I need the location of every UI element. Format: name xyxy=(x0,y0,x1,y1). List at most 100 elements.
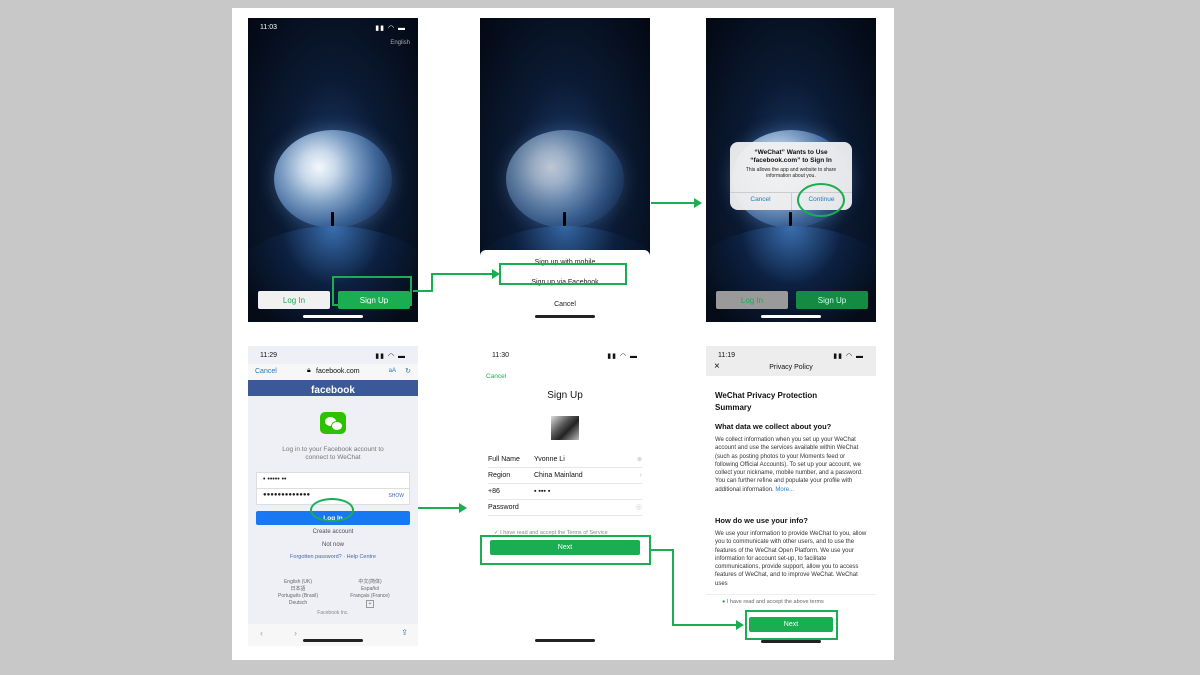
language-option[interactable]: 日本語 xyxy=(268,586,328,593)
share-icon[interactable]: ⇪ xyxy=(401,628,408,637)
phone-privacy-policy: 11:19 ▮▮ ◠ ▬ × Privacy Policy WeChat Pri… xyxy=(706,346,876,646)
privacy-header-title: Privacy Policy xyxy=(769,364,813,371)
show-password-button[interactable]: SHOW xyxy=(388,493,404,499)
language-list-left: English (UK) 日本語 Português (Brasil) Deut… xyxy=(268,579,328,607)
language-option[interactable]: Français (France) xyxy=(340,593,400,600)
phone-signup-form: 11:30 ▮▮ ◠ ▬ Cancel Sign Up Full Name Yv… xyxy=(480,346,650,646)
language-option[interactable]: Português (Brasil) xyxy=(268,593,328,600)
forward-icon[interactable]: › xyxy=(294,628,297,638)
facebook-footer: Facebook Inc. xyxy=(317,610,349,616)
highlight-continue xyxy=(797,183,845,217)
region-value: China Mainland xyxy=(534,471,583,479)
facebook-header: facebook xyxy=(248,380,418,396)
tutorial-sheet: 11:03 ▮▮ ◠ ▬ English Log In Sign Up Sign… xyxy=(232,8,894,660)
browser-toolbar: ‹ › ⇪ xyxy=(248,624,418,646)
avatar[interactable] xyxy=(551,416,579,440)
password-value: ●●●●●●●●●●●●● xyxy=(263,492,311,498)
chevron-right-icon: › xyxy=(639,471,642,479)
username-input[interactable]: • ••••• •• xyxy=(256,472,410,489)
cancel-option[interactable]: Cancel xyxy=(480,301,650,308)
language-option[interactable]: Deutsch xyxy=(268,600,328,607)
field-label: Full Name xyxy=(488,455,520,463)
field-label: Password xyxy=(488,503,519,511)
flow-arrow-1 xyxy=(431,274,433,292)
signup-button-dimmed[interactable]: Sign Up xyxy=(796,291,868,309)
status-time: 11:30 xyxy=(492,352,509,359)
action-sheet: Sign up with mobile Sign up via Facebook… xyxy=(480,250,650,322)
back-icon[interactable]: ‹ xyxy=(260,628,263,638)
text-size-button[interactable]: aA xyxy=(389,368,396,374)
checkbox-checked-icon[interactable]: ● xyxy=(722,599,725,605)
highlight-privacy-next xyxy=(745,610,838,640)
home-indicator xyxy=(761,315,821,318)
home-indicator xyxy=(303,639,363,642)
eye-icon[interactable]: ◎ xyxy=(636,503,642,511)
home-indicator xyxy=(761,640,821,643)
flow-arrow-1 xyxy=(413,290,432,292)
status-icons: ▮▮ ◠ ▬ xyxy=(833,353,864,360)
dialog-cancel-button[interactable]: Cancel xyxy=(730,196,791,203)
person-silhouette xyxy=(563,212,566,226)
connect-prompt: Log in to your Facebook account to conne… xyxy=(282,446,384,461)
status-time: 11:03 xyxy=(260,24,277,31)
home-indicator xyxy=(535,639,595,642)
login-button[interactable]: Log In xyxy=(258,291,330,309)
section-body: We use your information to provide WeCha… xyxy=(715,531,867,587)
highlight-signup xyxy=(332,276,412,306)
browser-bar: Cancel 🔒︎ facebook.com aA ↻ xyxy=(248,364,418,380)
status-icons: ▮▮ ◠ ▬ xyxy=(375,25,406,32)
flow-arrow-4 xyxy=(672,624,738,626)
section-heading: How do we use your info? xyxy=(715,516,808,525)
language-link[interactable]: English xyxy=(390,40,410,46)
language-option[interactable]: English (UK) xyxy=(268,579,328,586)
field-label: Region xyxy=(488,471,511,479)
home-indicator xyxy=(303,315,363,318)
forgotten-password-link[interactable]: Forgotten password? · Help Centre xyxy=(248,554,418,560)
privacy-header: 11:19 ▮▮ ◠ ▬ × Privacy Policy xyxy=(706,346,876,376)
arrow-head-icon xyxy=(736,620,744,630)
section-heading: What data we collect about you? xyxy=(715,422,832,431)
accept-row[interactable]: ● I have read and accept the above terms xyxy=(722,599,824,605)
status-icons: ▮▮ ◠ ▬ xyxy=(375,353,406,360)
arrow-head-icon xyxy=(459,503,467,513)
browser-cancel[interactable]: Cancel xyxy=(255,368,277,375)
language-option[interactable]: 中文(简体) xyxy=(340,579,400,586)
person-silhouette xyxy=(331,212,334,226)
reload-icon[interactable]: ↻ xyxy=(405,367,411,375)
phone-facebook-login: 11:29 ▮▮ ◠ ▬ Cancel 🔒︎ facebook.com aA ↻… xyxy=(248,346,418,646)
arrow-head-icon xyxy=(492,269,500,279)
phone-permission: “WeChat” Wants to Use “facebook.com” to … xyxy=(706,18,876,322)
clear-icon[interactable]: ⊗ xyxy=(637,456,642,463)
region-row[interactable]: Region China Mainland › xyxy=(488,467,642,484)
facebook-logo: facebook xyxy=(311,385,355,396)
more-link[interactable]: More... xyxy=(775,487,794,493)
username-value: • ••••• •• xyxy=(263,476,287,483)
lock-icon: 🔒︎ xyxy=(307,367,311,374)
field-label: +86 xyxy=(488,487,500,495)
wechat-logo-icon xyxy=(320,412,346,434)
accept-text: I have read and accept the above terms xyxy=(726,599,824,605)
policy-title: WeChat Privacy Protection xyxy=(715,391,818,400)
flow-arrow-4 xyxy=(651,549,673,551)
login-button-dimmed[interactable]: Log In xyxy=(716,291,788,309)
phone-number-row[interactable]: +86 ▪ ▪▪▪ ▪ xyxy=(488,483,642,500)
cancel-link[interactable]: Cancel xyxy=(486,373,506,380)
page-title: Sign Up xyxy=(547,390,583,401)
password-row[interactable]: Password ◎ xyxy=(488,499,642,516)
highlight-next xyxy=(480,535,651,565)
person-silhouette xyxy=(789,212,792,226)
arrow-head-icon xyxy=(694,198,702,208)
more-languages-button[interactable]: + xyxy=(365,600,375,608)
flow-arrow-1 xyxy=(431,273,493,275)
browser-url: facebook.com xyxy=(316,368,360,375)
status-time: 11:29 xyxy=(260,352,277,359)
language-list-right: 中文(简体) Español Français (France) + xyxy=(340,579,400,608)
flow-arrow-4 xyxy=(672,549,674,626)
dialog-title: “WeChat” Wants to Use “facebook.com” to … xyxy=(750,149,832,164)
full-name-row[interactable]: Full Name Yvonne Li ⊗ xyxy=(488,451,642,468)
language-option[interactable]: Español xyxy=(340,586,400,593)
create-account-link[interactable]: Create account xyxy=(248,529,418,535)
home-indicator xyxy=(535,315,595,318)
not-now-link[interactable]: Not now xyxy=(248,542,418,548)
section-body: We collect information when you set up y… xyxy=(715,437,863,493)
